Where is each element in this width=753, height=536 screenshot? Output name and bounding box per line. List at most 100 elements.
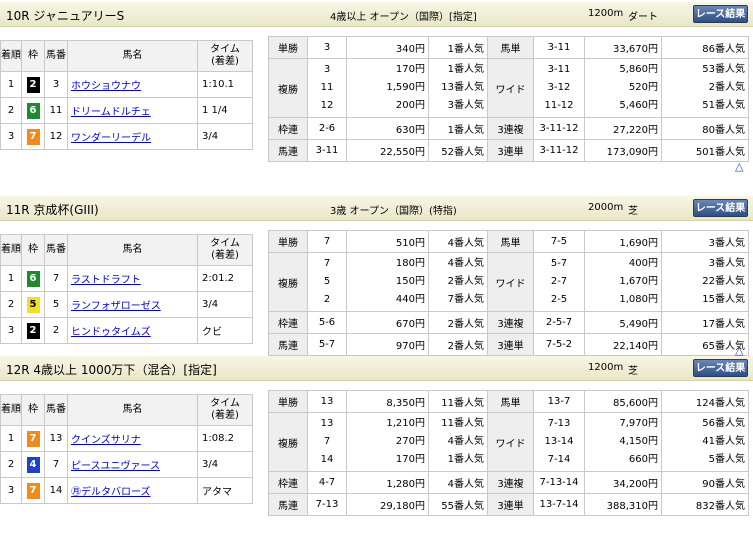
result-row: 2 4 7 ピースユニヴァース 3/4 bbox=[0, 451, 253, 478]
umaren-yen: 970円 bbox=[346, 333, 429, 356]
horse-name-link[interactable]: ワンダーリーデル bbox=[71, 133, 151, 144]
tansho-combos: 13 bbox=[307, 390, 347, 413]
umaren-label: 馬連 bbox=[268, 333, 308, 356]
race-result-button[interactable]: レース結果 bbox=[693, 199, 748, 217]
col-frame: 枠 bbox=[21, 234, 45, 266]
race-result-button[interactable]: レース結果 bbox=[693, 5, 748, 23]
tansho-label: 単勝 bbox=[268, 230, 308, 253]
finish-time: 1:10.1 bbox=[197, 71, 253, 98]
finish-position: 3 bbox=[0, 317, 22, 344]
result-row: 3 7 12 ワンダーリーデル 3/4 bbox=[0, 123, 253, 150]
horse-name-link[interactable]: ランフォザローゼス bbox=[71, 301, 161, 312]
race-distance: 1200m bbox=[588, 362, 624, 373]
umatan-label: 馬単 bbox=[487, 36, 534, 59]
wakuren-pop: 2番人気 bbox=[428, 311, 488, 334]
finish-position: 1 bbox=[0, 265, 22, 292]
results-header: 着順 枠 馬番 馬名 タイム (着差) bbox=[0, 394, 253, 426]
umaren-pop: 52番人気 bbox=[428, 139, 488, 162]
horse-number: 14 bbox=[44, 477, 68, 504]
horse-name-link[interactable]: ㊊デルタバローズ bbox=[71, 487, 151, 498]
horse-number: 2 bbox=[44, 317, 68, 344]
race-title: 11R 京成杯(GIII) bbox=[6, 203, 99, 217]
frame-badge: 7 bbox=[26, 482, 40, 499]
wide-combos: 3-11 3-12 11-12 bbox=[533, 58, 585, 118]
tansho-pop: 1番人気 bbox=[428, 36, 488, 59]
race-distance: 2000m bbox=[588, 202, 624, 213]
umatan-combos: 7-5 bbox=[533, 230, 585, 253]
horse-name-link[interactable]: ホウショウナウ bbox=[71, 81, 141, 92]
payout-row: 複勝 3 11 12 170円 1,590円 200円 1番人気 13番人気 3番人気 ワイド … bbox=[268, 58, 749, 118]
payout-row: 枠連 5-6 670円 2番人気 3連複 2-5-7 5,490円 17番人気 bbox=[268, 311, 749, 334]
payout-row: 複勝 13 7 14 1,210円 270円 170円 11番人気 4番人気 1番人気 ワイド … bbox=[268, 412, 749, 472]
col-time: タイム (着差) bbox=[197, 40, 253, 72]
wakuren-combos: 2-6 bbox=[307, 117, 347, 140]
col-frame: 枠 bbox=[21, 394, 45, 426]
wakuren-label: 枠連 bbox=[268, 471, 308, 494]
finish-position: 3 bbox=[0, 123, 22, 150]
result-row: 2 6 11 ドリームドルチェ 1 1/4 bbox=[0, 97, 253, 124]
fukusho-yen: 170円 1,590円 200円 bbox=[346, 58, 429, 118]
umatan-pop: 3番人気 bbox=[661, 230, 749, 253]
col-frame: 枠 bbox=[21, 40, 45, 72]
horse-name-link[interactable]: ヒンドゥタイムズ bbox=[71, 327, 151, 338]
sanrenpuku-yen: 27,220円 bbox=[584, 117, 662, 140]
horse-name-link[interactable]: ピースユニヴァース bbox=[71, 461, 160, 472]
finish-position: 2 bbox=[0, 291, 22, 318]
frame-badge: 2 bbox=[26, 76, 40, 93]
horse-name-link[interactable]: ドリームドルチェ bbox=[71, 107, 151, 118]
wide-yen: 7,970円 4,150円 660円 bbox=[584, 412, 662, 472]
frame-badge: 2 bbox=[26, 322, 40, 339]
wide-pop: 56番人気 41番人気 5番人気 bbox=[661, 412, 749, 472]
wakuren-label: 枠連 bbox=[268, 117, 308, 140]
sanrenpuku-pop: 90番人気 bbox=[661, 471, 749, 494]
horse-name-link[interactable]: ラストドラフト bbox=[71, 275, 141, 286]
umatan-pop: 124番人気 bbox=[661, 390, 749, 413]
finish-position: 2 bbox=[0, 451, 22, 478]
horse-name-link[interactable]: クインズサリナ bbox=[71, 435, 141, 446]
umaren-combos: 7-13 bbox=[307, 493, 347, 516]
wakuren-yen: 670円 bbox=[346, 311, 429, 334]
col-horse: 馬名 bbox=[67, 394, 198, 426]
horse-number: 11 bbox=[44, 97, 68, 124]
sanrenpuku-combos: 3-11-12 bbox=[533, 117, 585, 140]
horse-number: 5 bbox=[44, 291, 68, 318]
race-result-button[interactable]: レース結果 bbox=[693, 359, 748, 377]
result-row: 1 2 3 ホウショウナウ 1:10.1 bbox=[0, 71, 253, 98]
frame-badge: 7 bbox=[26, 128, 40, 145]
sanrenpuku-combos: 2-5-7 bbox=[533, 311, 585, 334]
fukusho-yen: 180円 150円 440円 bbox=[346, 252, 429, 312]
race-header: 12R 4歳以上 1000万下（混合）[指定] 1200m 芝 レース結果 bbox=[0, 356, 753, 381]
finish-time: 3/4 bbox=[197, 123, 253, 150]
umatan-combos: 13-7 bbox=[533, 390, 585, 413]
tansho-yen: 340円 bbox=[346, 36, 429, 59]
fukusho-combos: 3 11 12 bbox=[307, 58, 347, 118]
frame-badge: 5 bbox=[26, 296, 40, 313]
finish-position: 2 bbox=[0, 97, 22, 124]
horse-number: 7 bbox=[44, 451, 68, 478]
horse-number: 13 bbox=[44, 425, 68, 452]
back-to-top-icon[interactable]: △ bbox=[735, 160, 743, 173]
payout-row: 馬連 5-7 970円 2番人気 3連単 7-5-2 22,140円 65番人気 bbox=[268, 333, 749, 356]
wide-label: ワイド bbox=[487, 58, 534, 118]
fukusho-pop: 1番人気 13番人気 3番人気 bbox=[428, 58, 488, 118]
race-title: 12R 4歳以上 1000万下（混合）[指定] bbox=[6, 363, 217, 377]
sanrentan-yen: 173,090円 bbox=[584, 139, 662, 162]
tansho-combos: 3 bbox=[307, 36, 347, 59]
race-section: 10R ジャニュアリーS 4歳以上 オープン（国際）[指定] 1200m ダート… bbox=[0, 2, 753, 173]
sanrentan-pop: 832番人気 bbox=[661, 493, 749, 516]
result-row: 1 6 7 ラストドラフト 2:01.2 bbox=[0, 265, 253, 292]
race-surface: ダート bbox=[628, 12, 658, 23]
wide-pop: 53番人気 2番人気 51番人気 bbox=[661, 58, 749, 118]
wide-pop: 3番人気 22番人気 15番人気 bbox=[661, 252, 749, 312]
umaren-yen: 29,180円 bbox=[346, 493, 429, 516]
fukusho-pop: 11番人気 4番人気 1番人気 bbox=[428, 412, 488, 472]
col-time: タイム (着差) bbox=[197, 234, 253, 266]
payout-row: 枠連 2-6 630円 1番人気 3連複 3-11-12 27,220円 80番人気 bbox=[268, 117, 749, 140]
umaren-label: 馬連 bbox=[268, 493, 308, 516]
col-time: タイム (着差) bbox=[197, 394, 253, 426]
finish-time: 3/4 bbox=[197, 291, 253, 318]
race-surface: 芝 bbox=[628, 366, 638, 377]
tansho-pop: 11番人気 bbox=[428, 390, 488, 413]
fukusho-label: 複勝 bbox=[268, 412, 308, 472]
fukusho-yen: 1,210円 270円 170円 bbox=[346, 412, 429, 472]
